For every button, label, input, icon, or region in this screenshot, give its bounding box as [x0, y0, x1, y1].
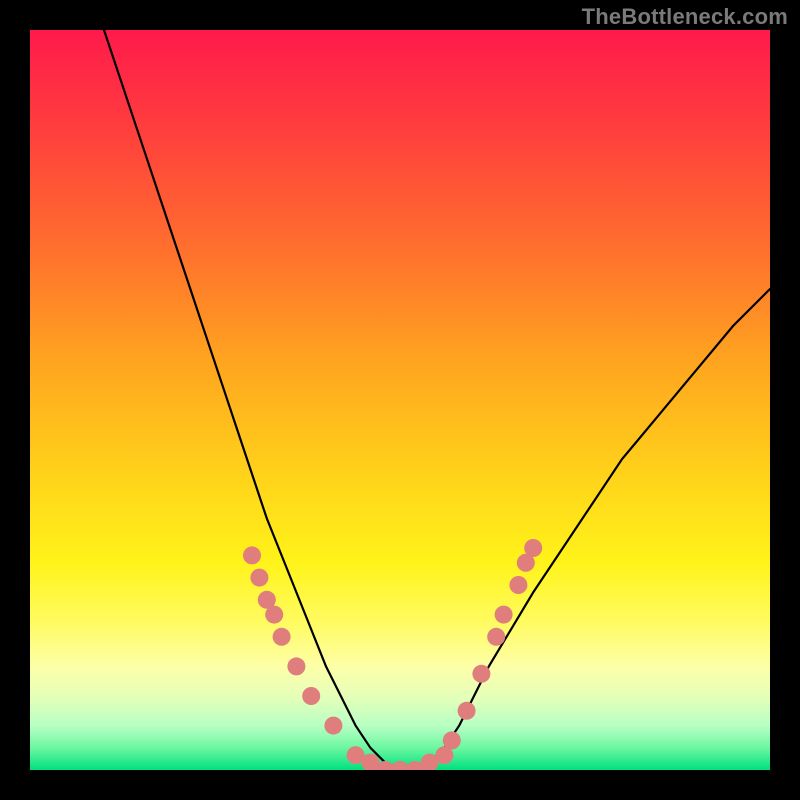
data-dot [509, 576, 527, 594]
chart-frame: TheBottleneck.com [0, 0, 800, 800]
data-dot [273, 628, 291, 646]
data-dot [495, 606, 513, 624]
data-dot [524, 539, 542, 557]
data-dot [287, 657, 305, 675]
data-dot [487, 628, 505, 646]
data-dot [302, 687, 320, 705]
watermark-text: TheBottleneck.com [582, 4, 788, 30]
data-dot [265, 606, 283, 624]
curve-svg [30, 30, 770, 770]
data-dot [324, 717, 342, 735]
bottleneck-curve [104, 30, 770, 770]
data-dot [443, 731, 461, 749]
data-dot [243, 546, 261, 564]
data-dot [472, 665, 490, 683]
data-dot [250, 569, 268, 587]
plot-area [30, 30, 770, 770]
data-dot [458, 702, 476, 720]
